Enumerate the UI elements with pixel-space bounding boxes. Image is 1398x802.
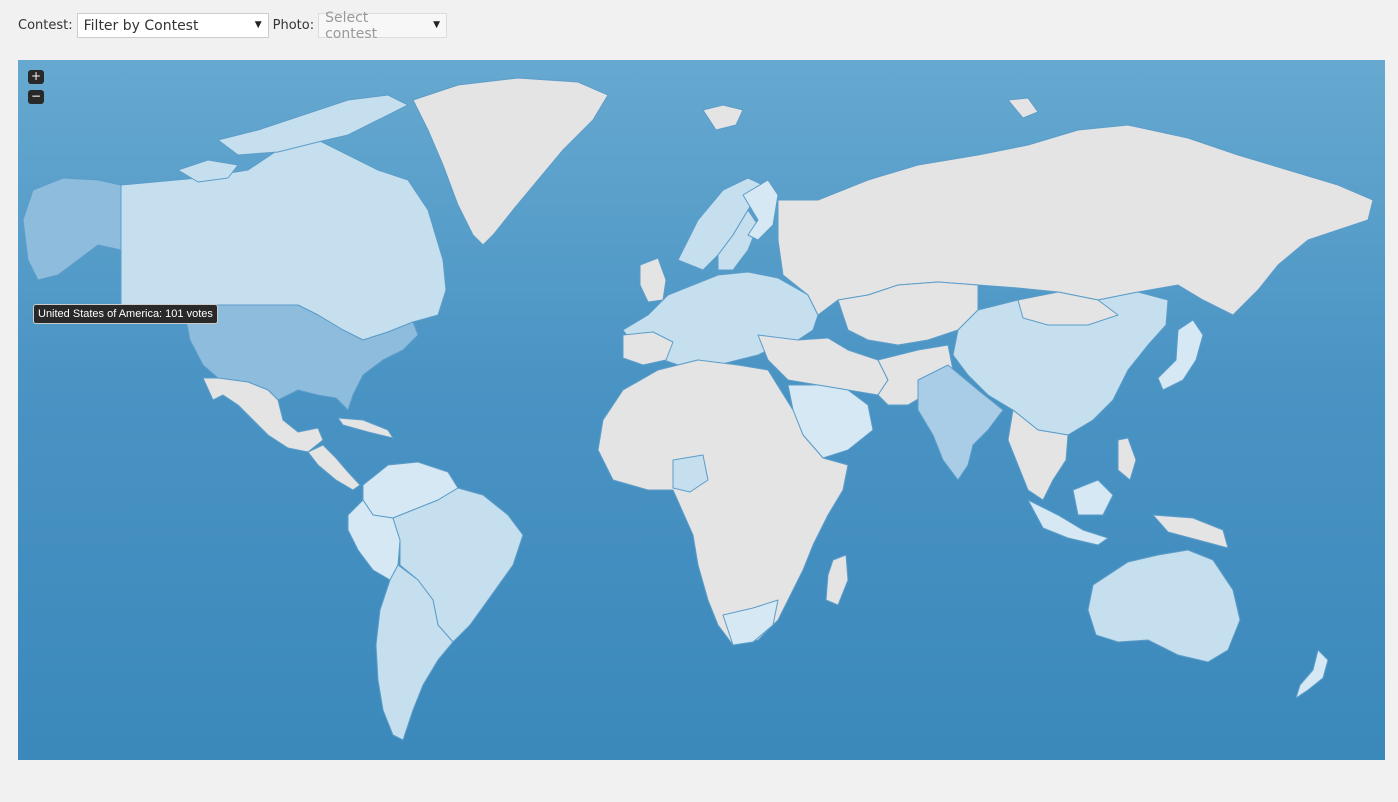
country-australia[interactable] (1087, 549, 1241, 663)
chevron-down-icon: ▼ (433, 20, 441, 30)
photo-select[interactable]: Select contest ▼ (318, 10, 448, 42)
world-map[interactable]: + − United States of America: 101 votes (18, 60, 1385, 760)
country-madagascar[interactable] (825, 554, 849, 606)
zoom-in-button[interactable]: + (28, 70, 44, 84)
country-central-america[interactable] (307, 444, 361, 491)
country-new-guinea[interactable] (1152, 514, 1229, 549)
chevron-down-icon: ▼ (254, 20, 262, 30)
country-japan[interactable] (1157, 319, 1204, 391)
country-russia[interactable] (777, 124, 1374, 316)
country-svalbard[interactable] (1007, 97, 1039, 119)
map-tooltip: United States of America: 101 votes (33, 304, 218, 324)
country-greenland[interactable] (412, 77, 609, 246)
contest-select[interactable]: Filter by Contest ▼ (76, 13, 269, 38)
filter-bar: Contest: Filter by Contest ▼ Photo: Sele… (18, 10, 451, 42)
world-map-svg[interactable] (18, 60, 1385, 760)
country-borneo[interactable] (1072, 479, 1114, 516)
contest-label: Contest: (18, 18, 73, 33)
country-philippines[interactable] (1117, 437, 1137, 481)
photo-select-placeholder: Select contest (325, 9, 378, 42)
zoom-out-button[interactable]: − (28, 90, 44, 104)
country-new-zealand[interactable] (1295, 649, 1329, 699)
country-uk[interactable] (639, 257, 667, 303)
country-alaska[interactable] (22, 177, 122, 281)
contest-select-value: Filter by Contest (83, 17, 199, 34)
country-cuba[interactable] (337, 417, 394, 439)
country-iceland[interactable] (702, 104, 744, 131)
photo-label: Photo: (272, 18, 315, 33)
